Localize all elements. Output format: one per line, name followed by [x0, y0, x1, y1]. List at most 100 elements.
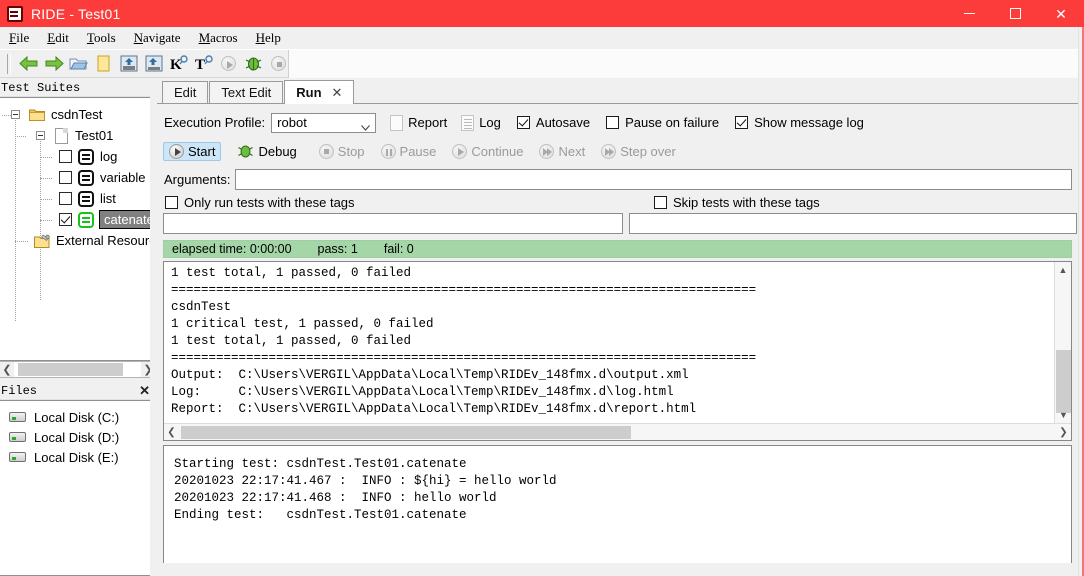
checkbox-box[interactable] [165, 196, 178, 209]
close-icon[interactable]: ✕ [332, 85, 343, 101]
checkbox-box[interactable] [735, 116, 749, 129]
menu-file[interactable]: File [0, 28, 38, 48]
test-checkbox[interactable] [59, 192, 72, 205]
console-output-panel[interactable]: 1 test total, 1 passed, 0 failed =======… [163, 261, 1072, 441]
arguments-input[interactable] [235, 169, 1072, 190]
autosave-checkbox[interactable]: Autosave [516, 115, 590, 130]
files-list[interactable]: Local Disk (C:) Local Disk (D:) Local Di… [0, 400, 156, 576]
tab-run[interactable]: Run ✕ [284, 80, 355, 104]
chevron-down-icon [361, 119, 371, 131]
next-icon [539, 143, 555, 159]
pause-icon [380, 143, 396, 159]
expander-icon[interactable] [11, 110, 20, 119]
test-checkbox[interactable] [59, 171, 72, 184]
files-title: Files [1, 383, 38, 398]
tree-item-list[interactable]: list [0, 188, 155, 209]
close-button[interactable]: ✕ [1038, 0, 1084, 27]
scroll-right-icon[interactable]: ❯ [1056, 427, 1071, 438]
message-log-panel[interactable]: Starting test: csdnTest.Test01.catenate … [163, 445, 1072, 563]
save-all-icon[interactable] [141, 52, 166, 76]
list-item[interactable]: Local Disk (D:) [0, 427, 155, 447]
maximize-button[interactable] [992, 0, 1038, 27]
continue-button[interactable]: Continue [446, 142, 529, 161]
tab-label: Edit [174, 85, 197, 100]
skip-tags-input[interactable] [629, 213, 1077, 234]
scrollbar-thumb[interactable] [1056, 350, 1071, 413]
scroll-up-icon[interactable]: ▲ [1055, 262, 1071, 278]
stop-button[interactable]: Stop [313, 142, 371, 161]
only-run-tags-input[interactable] [163, 213, 623, 234]
debug-bug-icon[interactable] [241, 52, 266, 76]
console-horizontal-scrollbar[interactable]: ❮ ❯ [164, 423, 1071, 440]
log-button[interactable]: Log [461, 114, 501, 131]
checkbox-box[interactable] [516, 116, 530, 129]
report-button[interactable]: Report [390, 114, 447, 131]
start-button[interactable]: Start [163, 141, 222, 161]
test-checkbox[interactable] [59, 150, 72, 163]
scroll-left-icon[interactable]: ❮ [0, 363, 14, 376]
show-message-log-label: Show message log [754, 115, 864, 130]
scrollbar-track[interactable] [179, 425, 1056, 440]
tab-text-edit[interactable]: Text Edit [209, 81, 284, 103]
menu-help[interactable]: Help [247, 28, 290, 48]
show-message-log-checkbox[interactable]: Show message log [735, 115, 864, 130]
menu-edit[interactable]: Edit [38, 28, 78, 48]
scrollbar-thumb[interactable] [18, 363, 123, 376]
new-file-icon[interactable] [91, 52, 116, 76]
scroll-left-icon[interactable]: ❮ [164, 427, 179, 438]
left-panel: Test Suites csdnTest Test01 log variable… [0, 79, 156, 576]
test-suites-tree[interactable]: csdnTest Test01 log variable list catena… [0, 97, 156, 361]
ride-application-window: RIDE - Test01 ✕ File Edit Tools Navigate… [0, 0, 1084, 576]
tree-horizontal-scrollbar[interactable]: ❮ ❯ [0, 361, 156, 378]
tree-label: Test01 [75, 128, 114, 143]
scroll-down-icon[interactable]: ▼ [1055, 407, 1072, 423]
save-icon[interactable] [116, 52, 141, 76]
debug-button[interactable]: Debug [231, 141, 302, 161]
expander-icon[interactable] [36, 131, 45, 140]
stop-icon[interactable] [266, 52, 291, 76]
tree-item-catenate[interactable]: catenate [0, 209, 155, 230]
back-arrow-icon[interactable] [16, 52, 41, 76]
main-panel: Edit Text Edit Run ✕ Execution Profile: … [157, 79, 1078, 576]
list-item[interactable]: Local Disk (E:) [0, 447, 155, 467]
debug-label: Debug [258, 143, 297, 159]
checkbox-box[interactable] [606, 116, 620, 129]
menu-macros[interactable]: Macros [190, 28, 247, 48]
pause-button[interactable]: Pause [375, 142, 443, 161]
list-item[interactable]: Local Disk (C:) [0, 407, 155, 427]
scrollbar-thumb[interactable] [181, 425, 631, 439]
test-suites-title: Test Suites [1, 80, 81, 95]
tree-item-variable[interactable]: variable [0, 167, 155, 188]
menu-navigate[interactable]: Navigate [125, 28, 190, 48]
step-over-button[interactable]: Step over [595, 142, 682, 161]
search-keyword-icon[interactable]: K [166, 52, 191, 76]
scrollbar-track[interactable] [14, 362, 141, 377]
tree-item-test01[interactable]: Test01 [0, 125, 155, 146]
search-test-icon[interactable]: T [191, 52, 216, 76]
toolbar-grip[interactable] [4, 53, 13, 74]
forward-arrow-icon[interactable] [41, 52, 66, 76]
run-icon[interactable] [216, 52, 241, 76]
close-icon[interactable]: ✕ [139, 383, 150, 399]
minimize-button[interactable] [946, 0, 992, 27]
tree-item-csdntest[interactable]: csdnTest [0, 104, 155, 125]
open-folder-icon[interactable] [66, 52, 91, 76]
pause-on-failure-checkbox[interactable]: Pause on failure [606, 115, 719, 130]
skip-tags-checkbox[interactable]: Skip tests with these tags [589, 195, 1078, 210]
vertical-splitter[interactable] [150, 79, 157, 576]
only-run-tags-checkbox[interactable]: Only run tests with these tags [163, 195, 589, 210]
execution-profile-select[interactable]: robot [271, 112, 377, 133]
files-panel: Files ✕ Local Disk (C:) Local Disk (D:) … [0, 382, 156, 576]
log-label: Log [479, 115, 501, 130]
next-button[interactable]: Next [533, 142, 591, 161]
menu-tools[interactable]: Tools [78, 28, 125, 48]
tab-label: Text Edit [221, 85, 272, 100]
test-checkbox[interactable] [59, 213, 72, 226]
tab-edit[interactable]: Edit [162, 81, 209, 103]
execution-profile-value: robot [277, 115, 307, 130]
tree-item-external-resources[interactable]: External Resources [0, 230, 155, 251]
tree-item-log[interactable]: log [0, 146, 155, 167]
toolbar-filler [288, 50, 1084, 78]
checkbox-box[interactable] [654, 196, 667, 209]
console-vertical-scrollbar[interactable]: ▲ ▼ [1054, 262, 1071, 423]
